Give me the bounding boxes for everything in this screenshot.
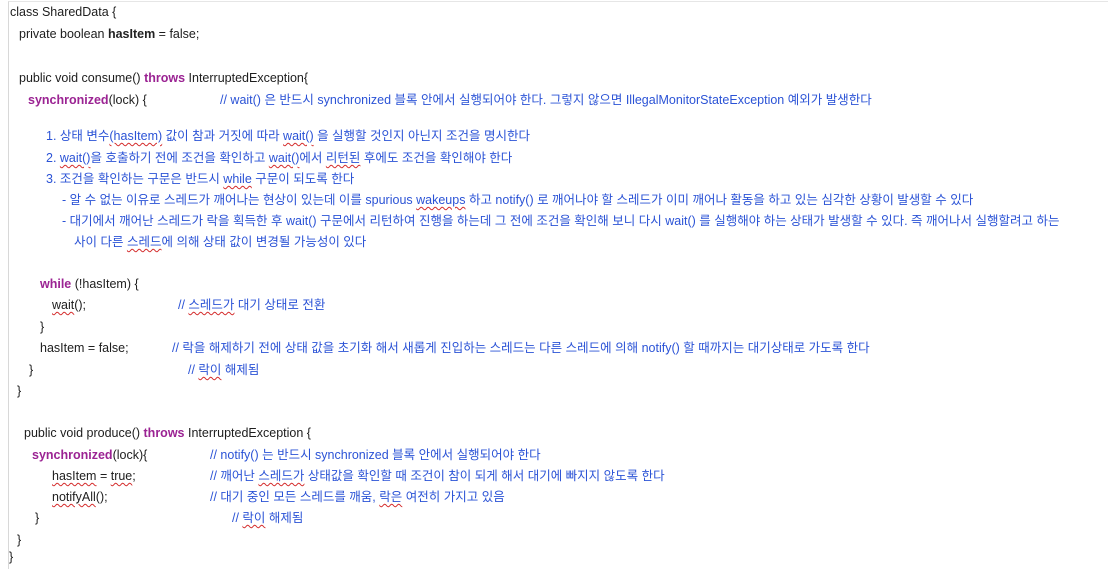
consume-note-2: 2. wait()을 호출하기 전에 조건을 확인하고 wait()에서 리턴된… — [46, 151, 513, 165]
wait-comment: // 스레드가 대기 상태로 전환 — [178, 298, 326, 312]
consume-sync-close-brace: } — [29, 363, 34, 377]
code-document: class SharedData { private boolean hasIt… — [0, 0, 1108, 569]
produce-sync-close-brace: } — [35, 511, 40, 525]
consume-note-4: - 알 수 없는 이유로 스레드가 깨어나는 현상이 있는데 이를 spurio… — [62, 193, 974, 207]
consume-note-3: 3. 조건을 확인하는 구문은 반드시 while 구문이 되도록 한다 — [46, 172, 355, 186]
while-close-brace: } — [40, 320, 45, 334]
class-close-brace: } — [9, 550, 14, 564]
consume-note-1: 1. 상태 변수(hasItem) 값이 참과 거짓에 따라 wait() 을 … — [46, 129, 530, 143]
consume-release-comment: // 락이 해제됨 — [188, 363, 260, 377]
field-declaration: private boolean hasItem = false; — [19, 27, 200, 41]
reset-comment: // 락을 해제하기 전에 상태 값을 초기화 해서 새롭게 진입하는 스레드는… — [172, 341, 870, 355]
consume-method-signature: public void consume() throws Interrupted… — [19, 71, 309, 85]
produce-synchronized-comment: // notify() 는 반드시 synchronized 블록 안에서 실행… — [210, 448, 541, 462]
set-item-comment: // 깨어난 스레드가 상태값을 확인할 때 조건이 참이 되게 해서 대기에 … — [210, 469, 665, 483]
consume-note-6: 사이 다른 스레드에 의해 상태 값이 변경될 가능성이 있다 — [74, 235, 367, 249]
class-declaration: class SharedData { — [10, 5, 117, 19]
consume-method-close-brace: } — [17, 384, 22, 398]
while-loop: while (!hasItem) { — [40, 277, 139, 291]
consume-synchronized-block: synchronized(lock) { — [28, 93, 147, 107]
produce-method-signature: public void produce() throws Interrupted… — [24, 426, 311, 440]
produce-synchronized-block: synchronized(lock){ — [32, 448, 148, 462]
notify-all-comment: // 대기 중인 모든 스레드를 깨움, 락은 여전히 가지고 있음 — [210, 490, 505, 504]
wait-call: wait(); — [52, 298, 87, 312]
consume-note-5: - 대기에서 깨어난 스레드가 락을 획득한 후 wait() 구문에서 리턴하… — [62, 214, 1060, 228]
consume-synchronized-comment: // wait() 은 반드시 synchronized 블록 안에서 실행되어… — [220, 93, 872, 107]
set-item-statement: hasItem = true; — [52, 469, 136, 483]
produce-release-comment: // 락이 해제됨 — [232, 511, 304, 525]
notify-all-call: notifyAll(); — [52, 490, 108, 504]
reset-statement: hasItem = false; — [40, 341, 129, 355]
produce-method-close-brace: } — [17, 533, 22, 547]
